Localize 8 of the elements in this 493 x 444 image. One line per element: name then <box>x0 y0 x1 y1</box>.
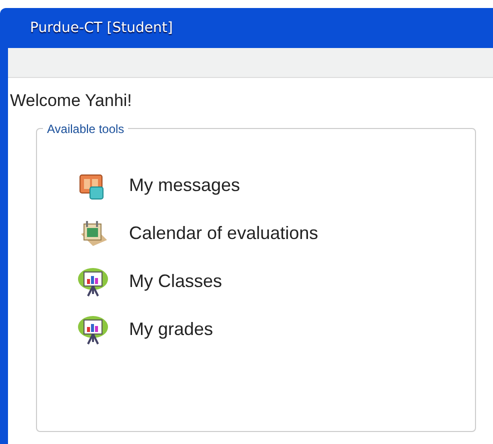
presentation-board-icon[interactable] <box>77 266 109 298</box>
welcome-text: Welcome Yanhi! <box>10 91 132 110</box>
tool-link[interactable]: My messages <box>129 172 240 199</box>
tool-link[interactable]: My grades <box>129 316 214 343</box>
tool-link[interactable]: Calendar of evaluations <box>129 220 318 247</box>
tool-link[interactable]: My Classes <box>129 268 222 295</box>
presentation-board-icon[interactable] <box>77 314 109 346</box>
window-title: Purdue-CT [Student] <box>30 18 173 38</box>
